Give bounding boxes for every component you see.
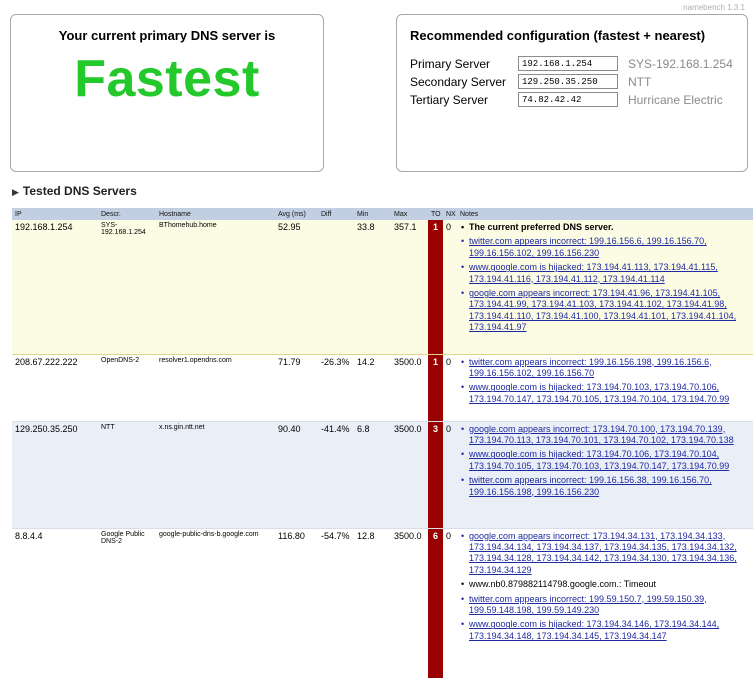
cell-ip: 8.8.4.4 (12, 528, 98, 678)
cell-max: 357.1 (391, 220, 428, 355)
cell-timeouts: 1 (428, 354, 443, 422)
tertiary-server-name: Hurricane Electric (628, 93, 723, 107)
note-link[interactable]: google.com appears incorrect: 173.194.34… (460, 531, 751, 577)
cell-diff: -26.3% (318, 354, 354, 422)
cell-descr: SYS-192.168.1.254 (98, 220, 156, 355)
cell-notes: twitter.com appears incorrect: 199.16.15… (457, 354, 753, 422)
cell-avg: 52.95 (275, 220, 318, 355)
note-link[interactable]: www.google.com is hijacked: 173.194.70.1… (460, 449, 751, 472)
cell-notes: The current preferred DNS server. twitte… (457, 220, 753, 355)
cell-nx: 0 (443, 220, 457, 355)
tertiary-server-label: Tertiary Server (410, 93, 489, 107)
note-item: The current preferred DNS server. (460, 222, 751, 234)
cell-max: 3500.0 (391, 528, 428, 678)
cell-ip: 129.250.35.250 (12, 421, 98, 529)
column-header-to[interactable]: TO (428, 208, 443, 220)
primary-server-row: Primary Server 192.168.1.254 SYS-192.168… (410, 56, 750, 72)
cell-nx: 0 (443, 528, 457, 678)
column-header-max[interactable]: Max (391, 208, 428, 220)
cell-diff: -54.7% (318, 528, 354, 678)
table-header-row: IP Descr. Hostname Avg (ms) Diff Min Max… (12, 208, 753, 220)
note-link[interactable]: www.google.com is hijacked: 173.194.34.1… (460, 619, 751, 642)
cell-hostname: resolver1.opendns.com (156, 354, 275, 422)
cell-hostname: BThomehub.home (156, 220, 275, 355)
table-row: 129.250.35.250 NTT x.ns.gin.ntt.net 90.4… (12, 421, 753, 529)
triangle-right-icon: ▶ (12, 187, 19, 197)
cell-nx: 0 (443, 421, 457, 529)
cell-timeouts: 6 (428, 528, 443, 678)
tested-dns-table: IP Descr. Hostname Avg (ms) Diff Min Max… (12, 208, 753, 678)
cell-min: 6.8 (354, 421, 391, 529)
column-header-diff[interactable]: Diff (318, 208, 354, 220)
column-header-hostname[interactable]: Hostname (156, 208, 275, 220)
cell-nx: 0 (443, 354, 457, 422)
note-link[interactable]: twitter.com appears incorrect: 199.16.15… (460, 357, 751, 380)
recommended-config-heading: Recommended configuration (fastest + nea… (410, 28, 706, 43)
cell-ip: 192.168.1.254 (12, 220, 98, 355)
secondary-server-field[interactable]: 129.250.35.250 (518, 74, 618, 89)
primary-server-field[interactable]: 192.168.1.254 (518, 56, 618, 71)
note-link[interactable]: google.com appears incorrect: 173.194.70… (460, 424, 751, 447)
cell-avg: 116.80 (275, 528, 318, 678)
secondary-server-name: NTT (628, 75, 652, 89)
recommended-config-panel: Recommended configuration (fastest + nea… (396, 14, 748, 172)
cell-avg: 71.79 (275, 354, 318, 422)
current-dns-panel: Your current primary DNS server is Faste… (10, 14, 324, 172)
cell-min: 33.8 (354, 220, 391, 355)
secondary-server-label: Secondary Server (410, 75, 507, 89)
column-header-min[interactable]: Min (354, 208, 391, 220)
primary-server-name: SYS-192.168.1.254 (628, 57, 733, 71)
cell-hostname: google-public-dns-b.google.com (156, 528, 275, 678)
primary-server-label: Primary Server (410, 57, 491, 71)
cell-descr: Google Public DNS-2 (98, 528, 156, 678)
tertiary-server-row: Tertiary Server 74.82.42.42 Hurricane El… (410, 92, 750, 108)
cell-notes: google.com appears incorrect: 173.194.34… (457, 528, 753, 678)
column-header-avg[interactable]: Avg (ms) (275, 208, 318, 220)
table-row: 8.8.4.4 Google Public DNS-2 google-publi… (12, 528, 753, 678)
cell-descr: OpenDNS-2 (98, 354, 156, 422)
note-link[interactable]: twitter.com appears incorrect: 199.16.15… (460, 236, 751, 259)
cell-timeouts: 3 (428, 421, 443, 529)
cell-diff: -41.4% (318, 421, 354, 529)
tested-dns-section-title: Tested DNS Servers (22, 184, 137, 198)
column-header-ip[interactable]: IP (12, 208, 98, 220)
note-link[interactable]: www.google.com is hijacked: 173.194.41.1… (460, 262, 751, 285)
cell-avg: 90.40 (275, 421, 318, 529)
cell-hostname: x.ns.gin.ntt.net (156, 421, 275, 529)
tested-dns-section-toggle[interactable]: ▶ Tested DNS Servers (12, 184, 137, 198)
cell-diff (318, 220, 354, 355)
column-header-nx[interactable]: NX (443, 208, 457, 220)
cell-ip: 208.67.222.222 (12, 354, 98, 422)
cell-max: 3500.0 (391, 354, 428, 422)
note-link[interactable]: twitter.com appears incorrect: 199.59.15… (460, 594, 751, 617)
note-link[interactable]: twitter.com appears incorrect: 199.16.15… (460, 475, 751, 498)
column-header-descr[interactable]: Descr. (98, 208, 156, 220)
note-link[interactable]: google.com appears incorrect: 173.194.41… (460, 288, 751, 334)
cell-notes: google.com appears incorrect: 173.194.70… (457, 421, 753, 529)
current-dns-heading: Your current primary DNS server is (58, 28, 276, 43)
current-dns-verdict: Fastest (74, 50, 260, 108)
cell-min: 14.2 (354, 354, 391, 422)
secondary-server-row: Secondary Server 129.250.35.250 NTT (410, 74, 750, 90)
note-link[interactable]: www.google.com is hijacked: 173.194.70.1… (460, 382, 751, 405)
cell-min: 12.8 (354, 528, 391, 678)
cell-timeouts: 1 (428, 220, 443, 355)
tertiary-server-field[interactable]: 74.82.42.42 (518, 92, 618, 107)
tested-dns-table-container: IP Descr. Hostname Avg (ms) Diff Min Max… (12, 208, 753, 678)
cell-max: 3500.0 (391, 421, 428, 529)
column-header-notes[interactable]: Notes (457, 208, 753, 220)
note-item: www.nb0.879882114798.google.com.: Timeou… (460, 579, 751, 591)
version-label: namebench 1.3.1 (683, 3, 745, 12)
cell-descr: NTT (98, 421, 156, 529)
table-row: 192.168.1.254 SYS-192.168.1.254 BThomehu… (12, 220, 753, 355)
table-row: 208.67.222.222 OpenDNS-2 resolver1.opend… (12, 354, 753, 422)
